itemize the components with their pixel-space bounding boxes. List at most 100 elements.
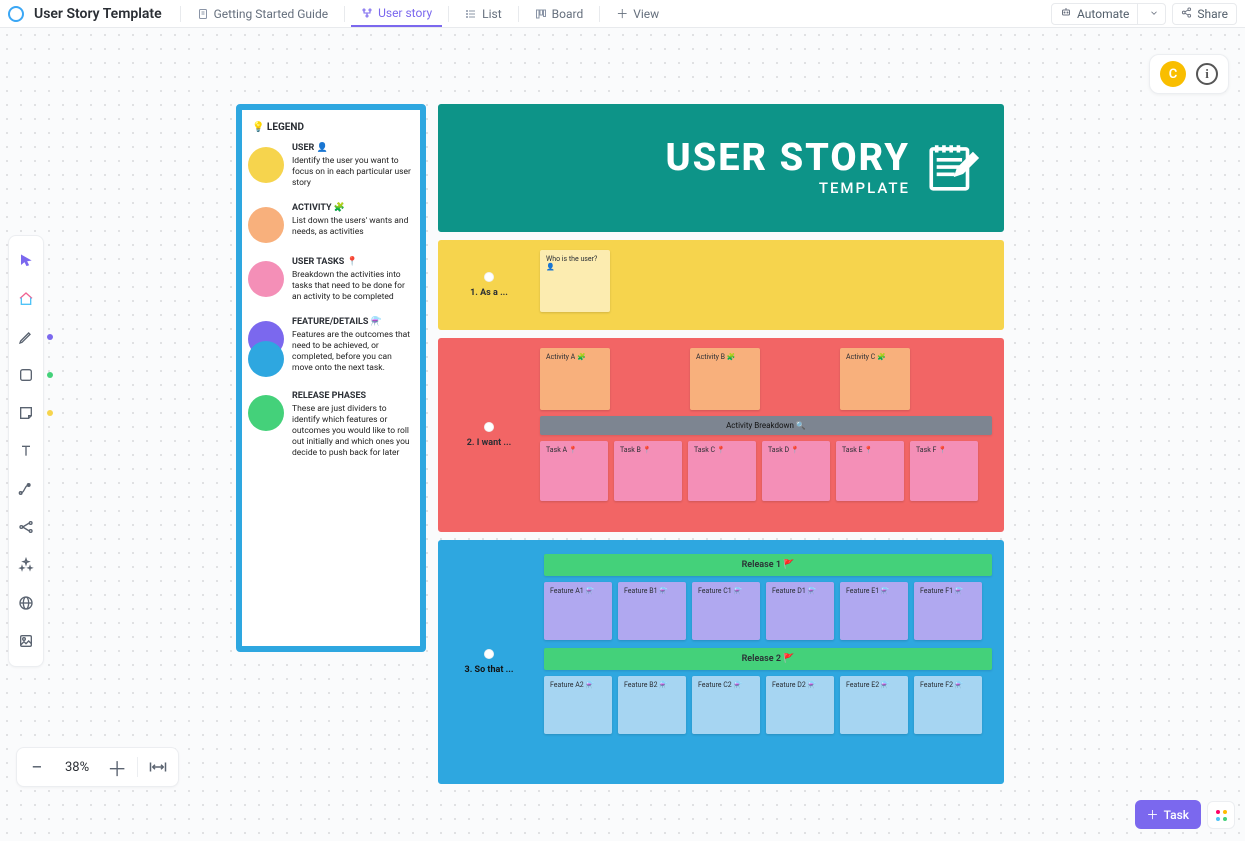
- zoom-out-button[interactable]: −: [17, 748, 57, 786]
- apps-button[interactable]: [1207, 801, 1235, 829]
- comment-icon[interactable]: [484, 649, 494, 659]
- sticky-text: Feature B1 ⚗️: [624, 587, 668, 595]
- info-icon[interactable]: i: [1196, 63, 1218, 85]
- tab-add-view[interactable]: ＋ View: [606, 0, 669, 27]
- sticky-note[interactable]: Feature D2 ⚗️: [766, 676, 834, 734]
- tool-sticky[interactable]: [9, 394, 43, 432]
- zoom-panel: − 38% ＋: [16, 747, 179, 787]
- sticky-note[interactable]: Task C 📍: [688, 441, 756, 501]
- sticky-text: Activity B 🧩: [696, 353, 735, 361]
- sticky-note[interactable]: Task F 📍: [910, 441, 978, 501]
- sticky-note[interactable]: Task B 📍: [614, 441, 682, 501]
- sticky-note[interactable]: Feature C2 ⚗️: [692, 676, 760, 734]
- sticky-note[interactable]: Activity A 🧩: [540, 348, 610, 410]
- sticky-note[interactable]: Feature B2 ⚗️: [618, 676, 686, 734]
- legend-heading: ACTIVITY 🧩: [292, 203, 412, 213]
- sticky-text: Feature D1 ⚗️: [772, 587, 816, 595]
- row-label: 2. I want ...: [442, 342, 536, 528]
- tool-ai[interactable]: [9, 546, 43, 584]
- legend-title: 💡 LEGEND: [252, 122, 412, 133]
- chevron-down-icon: [1143, 7, 1165, 21]
- sticky-text: Feature E2 ⚗️: [846, 681, 890, 689]
- row-heading: 2. I want ...: [467, 438, 511, 448]
- sticky-text: Feature F1 ⚗️: [920, 587, 963, 595]
- legend-panel[interactable]: 💡 LEGEND USER 👤 Identify the user you wa…: [236, 104, 426, 652]
- sticky-text: Task F 📍: [916, 446, 947, 454]
- legend-swatch: [248, 261, 284, 297]
- sticky-note[interactable]: Feature D1 ⚗️: [766, 582, 834, 640]
- sticky-text: Activity A 🧩: [546, 353, 586, 361]
- sticky-note[interactable]: Activity B 🧩: [690, 348, 760, 410]
- divider: [448, 6, 449, 22]
- title-panel[interactable]: USER STORY TEMPLATE: [438, 104, 1004, 232]
- legend-item-tasks: USER TASKS 📍 Breakdown the activities in…: [248, 257, 412, 303]
- tool-shape[interactable]: [9, 356, 43, 394]
- sticky-note[interactable]: Task A 📍: [540, 441, 608, 501]
- legend-swatch: [248, 395, 284, 431]
- color-dot: [47, 334, 53, 340]
- tool-relation[interactable]: [9, 508, 43, 546]
- tab-label: View: [633, 7, 659, 21]
- release-bar[interactable]: Release 2 🚩: [544, 648, 992, 670]
- tool-home[interactable]: [9, 280, 43, 318]
- divider: [518, 6, 519, 22]
- row-so-that[interactable]: 3. So that ... Release 1 🚩 Feature A1 ⚗️…: [438, 540, 1004, 784]
- row-heading: 1. As a ...: [470, 288, 508, 298]
- tool-cursor[interactable]: [9, 242, 43, 280]
- zoom-in-button[interactable]: ＋: [97, 748, 137, 786]
- notepad-icon: [924, 138, 982, 199]
- task-label: Task: [1164, 808, 1189, 822]
- sticky-note[interactable]: Feature A2 ⚗️: [544, 676, 612, 734]
- sticky-text: Activity C 🧩: [846, 353, 886, 361]
- automate-label: Automate: [1077, 7, 1129, 21]
- sticky-note[interactable]: Feature F1 ⚗️: [914, 582, 982, 640]
- sticky-note[interactable]: Activity C 🧩: [840, 348, 910, 410]
- color-dot: [47, 410, 53, 416]
- sticky-text: Task D 📍: [768, 446, 800, 454]
- sticky-note[interactable]: Task E 📍: [836, 441, 904, 501]
- zoom-level[interactable]: 38%: [57, 760, 97, 775]
- row-as-a[interactable]: 1. As a ... Who is the user? 👤: [438, 240, 1004, 330]
- topbar-right: Automate Share: [1051, 3, 1237, 25]
- avatar-panel: C i: [1149, 54, 1229, 94]
- sticky-note[interactable]: Feature A1 ⚗️: [544, 582, 612, 640]
- share-button[interactable]: Share: [1172, 3, 1237, 25]
- legend-item-feature: FEATURE/DETAILS ⚗️ Features are the outc…: [248, 317, 412, 377]
- tab-label: User story: [378, 6, 432, 20]
- automate-button[interactable]: Automate: [1051, 3, 1166, 25]
- logo-icon[interactable]: [8, 6, 24, 22]
- row-i-want[interactable]: 2. I want ... Activity A 🧩 Activity B 🧩 …: [438, 338, 1004, 532]
- avatar[interactable]: C: [1160, 61, 1186, 87]
- tab-getting-started[interactable]: Getting Started Guide: [187, 0, 338, 27]
- tab-board[interactable]: Board: [525, 0, 594, 27]
- tab-user-story[interactable]: User story: [351, 0, 442, 27]
- tool-pen[interactable]: [9, 318, 43, 356]
- fit-width-button[interactable]: [138, 748, 178, 786]
- tab-label: Getting Started Guide: [214, 7, 328, 21]
- sticky-note[interactable]: Task D 📍: [762, 441, 830, 501]
- sticky-note[interactable]: Feature C1 ⚗️: [692, 582, 760, 640]
- board-icon: [535, 8, 547, 20]
- tool-text[interactable]: [9, 432, 43, 470]
- sticky-note[interactable]: Feature E1 ⚗️: [840, 582, 908, 640]
- sticky-text: Task C 📍: [694, 446, 726, 454]
- comment-icon[interactable]: [484, 422, 494, 432]
- sticky-note[interactable]: Feature E2 ⚗️: [840, 676, 908, 734]
- sticky-note[interactable]: Who is the user? 👤: [540, 250, 610, 312]
- tool-image[interactable]: [9, 622, 43, 660]
- release-bar[interactable]: Release 1 🚩: [544, 554, 992, 576]
- hierarchy-icon: [361, 7, 373, 19]
- sticky-note[interactable]: Feature B1 ⚗️: [618, 582, 686, 640]
- sticky-note[interactable]: Feature F2 ⚗️: [914, 676, 982, 734]
- plus-icon: ＋: [616, 8, 628, 20]
- comment-icon[interactable]: [484, 272, 494, 282]
- legend-desc: Identify the user you want to focus on i…: [292, 156, 412, 189]
- tab-list[interactable]: List: [455, 0, 512, 27]
- new-task-button[interactable]: ＋ Task: [1135, 800, 1201, 829]
- tab-row: Getting Started Guide User story List Bo…: [176, 0, 670, 27]
- tool-web[interactable]: [9, 584, 43, 622]
- tab-label: List: [482, 7, 502, 21]
- breakdown-bar[interactable]: Activity Breakdown 🔍: [540, 416, 992, 435]
- tool-connector[interactable]: [9, 470, 43, 508]
- legend-heading: USER 👤: [292, 143, 412, 153]
